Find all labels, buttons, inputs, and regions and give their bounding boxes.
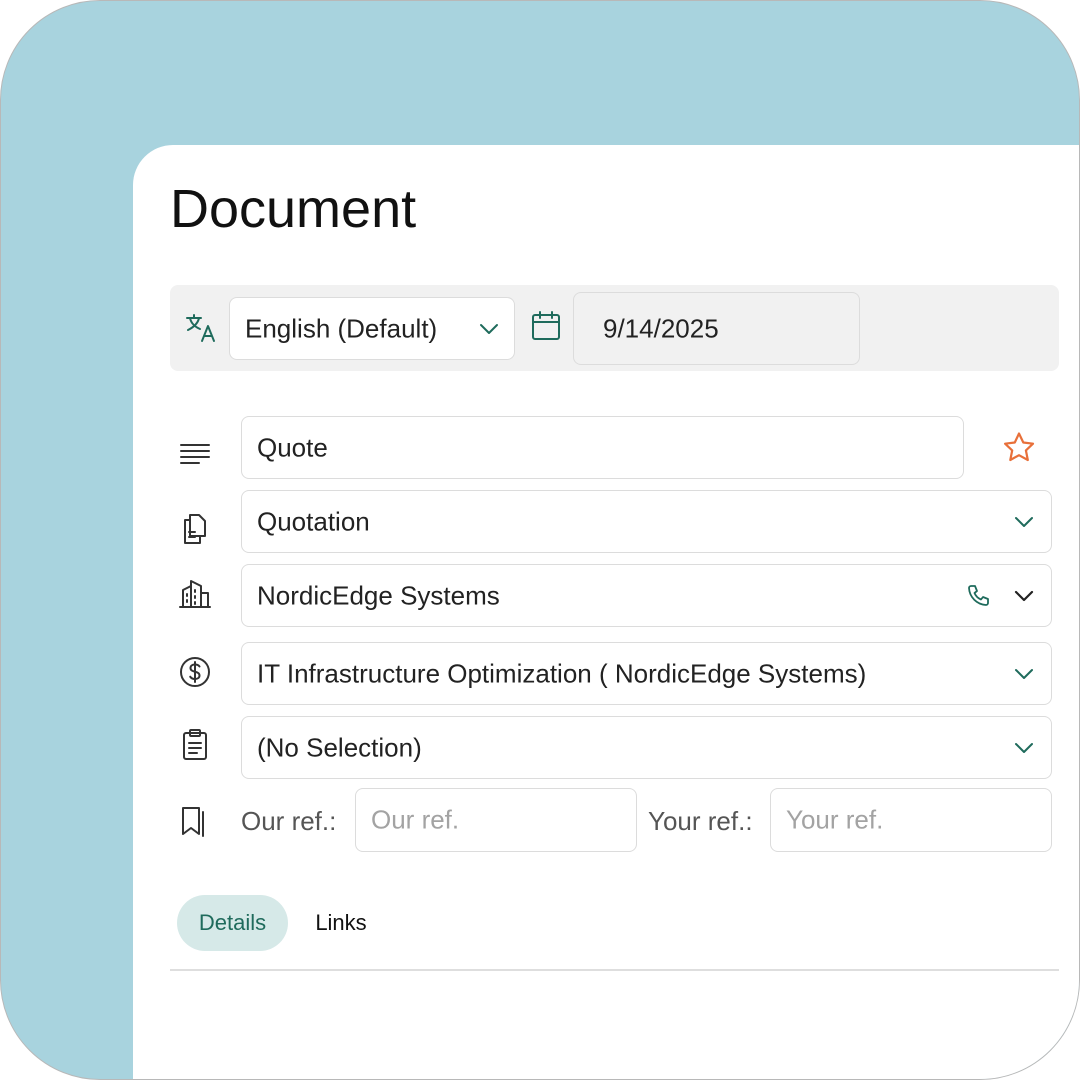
text-align-icon <box>180 444 210 464</box>
chevron-down-icon <box>1015 742 1033 753</box>
document-type-select[interactable]: Quotation <box>241 490 1052 553</box>
document-type-value: Quotation <box>257 506 370 536</box>
page-title: Document <box>170 179 417 239</box>
name-value: Quote <box>257 432 328 462</box>
toolbar: English (Default) 9/14/2025 <box>170 285 1059 371</box>
tab-details[interactable]: Details <box>177 895 288 951</box>
language-value: English (Default) <box>245 313 438 343</box>
project-value: IT Infrastructure Optimization ( NordicE… <box>257 658 867 688</box>
date-field[interactable]: 9/14/2025 <box>573 292 860 365</box>
template-select[interactable]: (No Selection) <box>241 716 1052 779</box>
language-select[interactable]: English (Default) <box>229 297 515 360</box>
bookmarks-icon <box>182 807 204 837</box>
your-ref-placeholder: Your ref. <box>786 804 884 835</box>
dollar-circle-icon <box>180 657 210 687</box>
calendar-icon[interactable] <box>529 309 563 343</box>
our-ref-input[interactable]: Our ref. <box>355 788 637 852</box>
your-ref-input[interactable]: Your ref. <box>770 788 1052 852</box>
company-select[interactable]: NordicEdge Systems <box>241 564 1052 627</box>
company-value: NordicEdge Systems <box>257 580 500 610</box>
date-value: 9/14/2025 <box>603 313 719 343</box>
chevron-down-icon <box>1015 668 1033 679</box>
document-copy-icon <box>184 514 206 544</box>
background-frame: Document English (Default) 9/14/2025 Quo… <box>0 0 1080 1080</box>
clipboard-icon <box>183 729 207 760</box>
building-icon <box>179 580 211 608</box>
translate-icon[interactable] <box>184 311 218 345</box>
template-value: (No Selection) <box>257 732 422 762</box>
our-ref-label: Our ref.: <box>241 806 337 836</box>
document-panel: Document English (Default) 9/14/2025 Quo… <box>133 145 1079 1079</box>
tab-divider <box>170 969 1059 971</box>
star-icon[interactable] <box>1002 431 1036 465</box>
phone-icon[interactable] <box>965 583 991 609</box>
chevron-down-icon <box>1015 516 1033 527</box>
name-input[interactable]: Quote <box>241 416 964 479</box>
project-select[interactable]: IT Infrastructure Optimization ( NordicE… <box>241 642 1052 705</box>
chevron-down-icon <box>480 323 498 334</box>
chevron-down-icon <box>1014 590 1034 601</box>
tab-links[interactable]: Links <box>303 895 379 951</box>
your-ref-label: Your ref.: <box>648 806 753 836</box>
our-ref-placeholder: Our ref. <box>371 804 460 835</box>
